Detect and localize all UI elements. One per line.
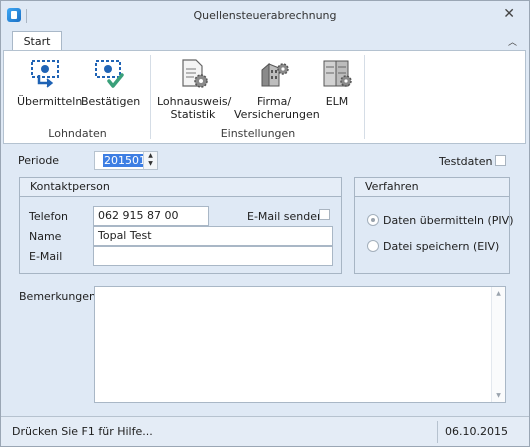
ribbon-panel: Übermitteln Bestätigen Lohndaten Lohnaus… (3, 50, 526, 144)
cabinet-gear-icon (323, 60, 352, 87)
help-status-text: Drücken Sie F1 für Hilfe... (12, 425, 153, 438)
confirm-label: Bestätigen (81, 95, 141, 108)
tab-start[interactable]: Start (12, 31, 62, 52)
testdaten-checkbox[interactable] (495, 155, 506, 166)
scroll-down-icon[interactable]: ▼ (492, 392, 505, 399)
kontaktperson-header: Kontaktperson (20, 178, 341, 197)
spin-down-icon[interactable]: ▼ (144, 160, 157, 168)
radio-datei-speichern[interactable] (367, 240, 379, 252)
email-field[interactable] (93, 246, 333, 266)
email-label: E-Mail (29, 250, 63, 263)
transmit-label: Übermitteln (17, 95, 83, 108)
chevron-up-icon[interactable]: ︿ (508, 35, 517, 48)
title-bar: Quellensteuerabrechnung ✕ (1, 1, 529, 29)
transmit-icon (31, 60, 59, 88)
telefon-label: Telefon (29, 210, 69, 223)
spinner-buttons: ▲ ▼ (143, 152, 157, 169)
group-label-lohndaten: Lohndaten (48, 127, 107, 140)
close-icon[interactable]: ✕ (503, 6, 515, 22)
vertical-scrollbar[interactable]: ▲ ▼ (491, 287, 505, 402)
transmit-button[interactable]: Übermitteln (17, 57, 83, 108)
daten-uebermitteln-label[interactable]: Daten übermitteln (PIV) (383, 214, 514, 227)
radio-daten-uebermitteln[interactable] (367, 214, 379, 226)
periode-spinner[interactable]: 201501 ▲ ▼ (94, 151, 158, 170)
window-title: Quellensteuerabrechnung (193, 9, 337, 22)
confirm-button[interactable]: Bestätigen (81, 57, 141, 108)
bemerkungen-textarea[interactable]: ▲ ▼ (94, 286, 506, 403)
group-separator (364, 55, 365, 139)
spin-up-icon[interactable]: ▲ (144, 152, 157, 160)
name-label: Name (29, 230, 62, 243)
telefon-field[interactable]: 062 915 87 00 (93, 206, 209, 226)
confirm-icon (95, 60, 124, 88)
periode-value[interactable]: 201501 (103, 154, 147, 167)
ribbon-tab-row: Start ︿ (1, 29, 529, 52)
lohnausweis-label-line1: Lohnausweis/ (157, 95, 232, 108)
main-window: Quellensteuerabrechnung ✕ Start ︿ Übermi… (0, 0, 530, 447)
building-gear-icon (261, 62, 289, 87)
scroll-up-icon[interactable]: ▲ (492, 290, 505, 297)
periode-label: Periode (18, 154, 60, 167)
status-bar: Drücken Sie F1 für Hilfe... 06.10.2015 (1, 416, 529, 446)
firma-label-line2: Versicherungen (234, 108, 320, 121)
testdaten-label: Testdaten (439, 155, 493, 168)
name-field[interactable]: Topal Test (93, 226, 333, 246)
firma-versicherungen-button[interactable]: Firma/ Versicherungen (234, 57, 320, 121)
elm-label: ELM (325, 95, 349, 108)
verfahren-header: Verfahren (355, 178, 509, 197)
email-senden-checkbox[interactable] (319, 209, 330, 220)
email-senden-label: E-Mail senden (247, 210, 324, 223)
lohnausweis-statistik-button[interactable]: Lohnausweis/ Statistik (157, 57, 232, 121)
elm-button[interactable]: ELM (314, 57, 360, 108)
status-date: 06.10.2015 (445, 425, 508, 438)
lohnausweis-label-line2: Statistik (170, 108, 216, 121)
bemerkungen-label: Bemerkungen (19, 290, 97, 303)
status-separator (437, 421, 438, 443)
datei-speichern-label[interactable]: Datei speichern (EIV) (383, 240, 499, 253)
group-label-einstellungen: Einstellungen (220, 127, 296, 140)
firma-label-line1: Firma/ (256, 95, 292, 108)
document-gear-icon (182, 59, 208, 88)
